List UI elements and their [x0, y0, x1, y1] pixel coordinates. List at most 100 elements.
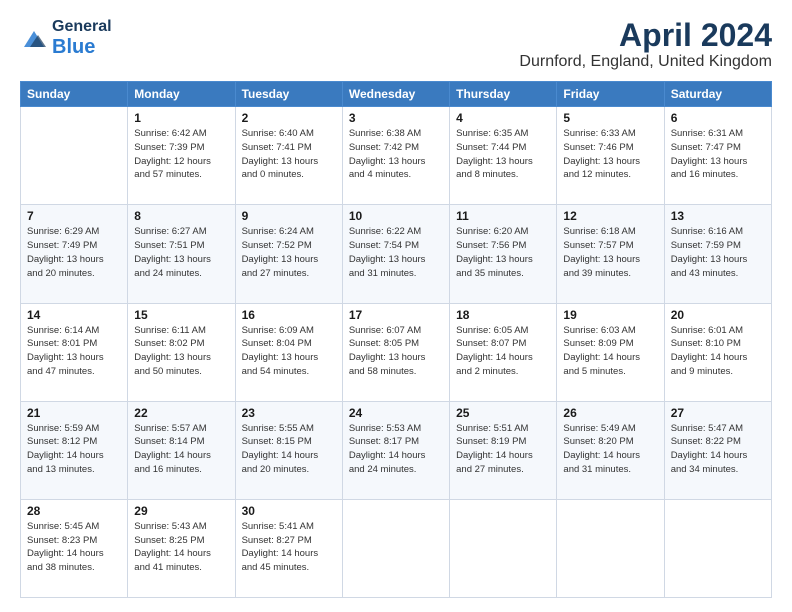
- calendar-cell: 17 Sunrise: 6:07 AMSunset: 8:05 PMDayligh…: [342, 303, 449, 401]
- day-info: Sunrise: 5:51 AMSunset: 8:19 PMDaylight:…: [456, 422, 550, 477]
- calendar-cell: 4 Sunrise: 6:35 AMSunset: 7:44 PMDaylight…: [450, 107, 557, 205]
- calendar-cell: 14Sunrise: 6:14 AMSunset: 8:01 PMDayligh…: [21, 303, 128, 401]
- col-friday: Friday: [557, 82, 664, 107]
- calendar-cell: 8 Sunrise: 6:27 AMSunset: 7:51 PMDaylight…: [128, 205, 235, 303]
- calendar-cell: 26 Sunrise: 5:49 AMSunset: 8:20 PMDayligh…: [557, 401, 664, 499]
- day-info: Sunrise: 6:27 AMSunset: 7:51 PMDaylight:…: [134, 225, 228, 280]
- calendar-cell: 9 Sunrise: 6:24 AMSunset: 7:52 PMDaylight…: [235, 205, 342, 303]
- day-info: Sunrise: 5:49 AMSunset: 8:20 PMDaylight:…: [563, 422, 657, 477]
- day-number: 21: [27, 406, 121, 420]
- day-number: 22: [134, 406, 228, 420]
- calendar-cell: 18 Sunrise: 6:05 AMSunset: 8:07 PMDayligh…: [450, 303, 557, 401]
- day-info: Sunrise: 5:57 AMSunset: 8:14 PMDaylight:…: [134, 422, 228, 477]
- day-number: 27: [671, 406, 765, 420]
- header: General Blue April 2024 Durnford, Englan…: [20, 18, 772, 71]
- calendar-cell: 19 Sunrise: 6:03 AMSunset: 8:09 PMDayligh…: [557, 303, 664, 401]
- calendar-week-2: 7 Sunrise: 6:29 AMSunset: 7:49 PMDaylight…: [21, 205, 772, 303]
- day-number: 29: [134, 504, 228, 518]
- col-tuesday: Tuesday: [235, 82, 342, 107]
- day-info: Sunrise: 6:24 AMSunset: 7:52 PMDaylight:…: [242, 225, 336, 280]
- logo-name: General Blue: [52, 18, 112, 59]
- title-block: April 2024 Durnford, England, United Kin…: [519, 18, 772, 71]
- day-info: Sunrise: 6:01 AMSunset: 8:10 PMDaylight:…: [671, 324, 765, 379]
- day-number: 24: [349, 406, 443, 420]
- col-saturday: Saturday: [664, 82, 771, 107]
- day-info: Sunrise: 6:07 AMSunset: 8:05 PMDaylight:…: [349, 324, 443, 379]
- day-info: Sunrise: 6:35 AMSunset: 7:44 PMDaylight:…: [456, 127, 550, 182]
- day-number: 10: [349, 209, 443, 223]
- day-number: 6: [671, 111, 765, 125]
- day-number: 15: [134, 308, 228, 322]
- calendar-cell: 1Sunrise: 6:42 AMSunset: 7:39 PMDaylight…: [128, 107, 235, 205]
- day-number: 14: [27, 308, 121, 322]
- calendar-cell: 22 Sunrise: 5:57 AMSunset: 8:14 PMDayligh…: [128, 401, 235, 499]
- calendar-cell: 30Sunrise: 5:41 AMSunset: 8:27 PMDayligh…: [235, 499, 342, 597]
- day-number: 26: [563, 406, 657, 420]
- calendar-cell: 24 Sunrise: 5:53 AMSunset: 8:17 PMDayligh…: [342, 401, 449, 499]
- col-thursday: Thursday: [450, 82, 557, 107]
- day-number: 28: [27, 504, 121, 518]
- calendar-cell: 2Sunrise: 6:40 AMSunset: 7:41 PMDaylight…: [235, 107, 342, 205]
- calendar-cell: 27 Sunrise: 5:47 AMSunset: 8:22 PMDayligh…: [664, 401, 771, 499]
- logo: General Blue: [20, 18, 112, 59]
- day-number: 23: [242, 406, 336, 420]
- calendar-cell: [557, 499, 664, 597]
- day-info: Sunrise: 6:20 AMSunset: 7:56 PMDaylight:…: [456, 225, 550, 280]
- calendar-cell: 21 Sunrise: 5:59 AMSunset: 8:12 PMDayligh…: [21, 401, 128, 499]
- day-info: Sunrise: 5:59 AMSunset: 8:12 PMDaylight:…: [27, 422, 121, 477]
- day-number: 1: [134, 111, 228, 125]
- day-info: Sunrise: 6:18 AMSunset: 7:57 PMDaylight:…: [563, 225, 657, 280]
- col-wednesday: Wednesday: [342, 82, 449, 107]
- day-info: Sunrise: 5:53 AMSunset: 8:17 PMDaylight:…: [349, 422, 443, 477]
- calendar-cell: 6 Sunrise: 6:31 AMSunset: 7:47 PMDaylight…: [664, 107, 771, 205]
- calendar-cell: 13 Sunrise: 6:16 AMSunset: 7:59 PMDayligh…: [664, 205, 771, 303]
- calendar-cell: 15Sunrise: 6:11 AMSunset: 8:02 PMDayligh…: [128, 303, 235, 401]
- day-info: Sunrise: 6:22 AMSunset: 7:54 PMDaylight:…: [349, 225, 443, 280]
- day-number: 3: [349, 111, 443, 125]
- day-number: 4: [456, 111, 550, 125]
- day-number: 11: [456, 209, 550, 223]
- day-number: 9: [242, 209, 336, 223]
- day-info: Sunrise: 6:38 AMSunset: 7:42 PMDaylight:…: [349, 127, 443, 182]
- day-number: 12: [563, 209, 657, 223]
- col-sunday: Sunday: [21, 82, 128, 107]
- day-info: Sunrise: 5:45 AMSunset: 8:23 PMDaylight:…: [27, 520, 121, 575]
- calendar-cell: 29Sunrise: 5:43 AMSunset: 8:25 PMDayligh…: [128, 499, 235, 597]
- day-info: Sunrise: 6:29 AMSunset: 7:49 PMDaylight:…: [27, 225, 121, 280]
- calendar-cell: 23 Sunrise: 5:55 AMSunset: 8:15 PMDayligh…: [235, 401, 342, 499]
- day-number: 5: [563, 111, 657, 125]
- day-info: Sunrise: 5:47 AMSunset: 8:22 PMDaylight:…: [671, 422, 765, 477]
- calendar-week-5: 28 Sunrise: 5:45 AMSunset: 8:23 PMDayligh…: [21, 499, 772, 597]
- day-number: 25: [456, 406, 550, 420]
- calendar-week-3: 14Sunrise: 6:14 AMSunset: 8:01 PMDayligh…: [21, 303, 772, 401]
- calendar-cell: 7 Sunrise: 6:29 AMSunset: 7:49 PMDaylight…: [21, 205, 128, 303]
- calendar-cell: 25 Sunrise: 5:51 AMSunset: 8:19 PMDayligh…: [450, 401, 557, 499]
- calendar-cell: [21, 107, 128, 205]
- calendar-cell: 11 Sunrise: 6:20 AMSunset: 7:56 PMDayligh…: [450, 205, 557, 303]
- calendar-cell: 10 Sunrise: 6:22 AMSunset: 7:54 PMDayligh…: [342, 205, 449, 303]
- logo-general-text: General: [52, 18, 112, 36]
- day-number: 18: [456, 308, 550, 322]
- day-info: Sunrise: 6:40 AMSunset: 7:41 PMDaylight:…: [242, 127, 336, 182]
- day-number: 19: [563, 308, 657, 322]
- col-monday: Monday: [128, 82, 235, 107]
- day-info: Sunrise: 6:31 AMSunset: 7:47 PMDaylight:…: [671, 127, 765, 182]
- calendar-cell: [342, 499, 449, 597]
- calendar-week-1: 1Sunrise: 6:42 AMSunset: 7:39 PMDaylight…: [21, 107, 772, 205]
- calendar-cell: [450, 499, 557, 597]
- day-info: Sunrise: 6:03 AMSunset: 8:09 PMDaylight:…: [563, 324, 657, 379]
- day-info: Sunrise: 6:16 AMSunset: 7:59 PMDaylight:…: [671, 225, 765, 280]
- calendar-cell: 5 Sunrise: 6:33 AMSunset: 7:46 PMDaylight…: [557, 107, 664, 205]
- calendar-page: General Blue April 2024 Durnford, Englan…: [0, 0, 792, 612]
- day-number: 8: [134, 209, 228, 223]
- day-number: 13: [671, 209, 765, 223]
- calendar-cell: 3 Sunrise: 6:38 AMSunset: 7:42 PMDaylight…: [342, 107, 449, 205]
- day-info: Sunrise: 6:33 AMSunset: 7:46 PMDaylight:…: [563, 127, 657, 182]
- calendar-cell: 28 Sunrise: 5:45 AMSunset: 8:23 PMDayligh…: [21, 499, 128, 597]
- day-info: Sunrise: 6:05 AMSunset: 8:07 PMDaylight:…: [456, 324, 550, 379]
- calendar-cell: 16Sunrise: 6:09 AMSunset: 8:04 PMDayligh…: [235, 303, 342, 401]
- month-title: April 2024: [519, 18, 772, 53]
- day-info: Sunrise: 5:55 AMSunset: 8:15 PMDaylight:…: [242, 422, 336, 477]
- day-number: 7: [27, 209, 121, 223]
- day-number: 17: [349, 308, 443, 322]
